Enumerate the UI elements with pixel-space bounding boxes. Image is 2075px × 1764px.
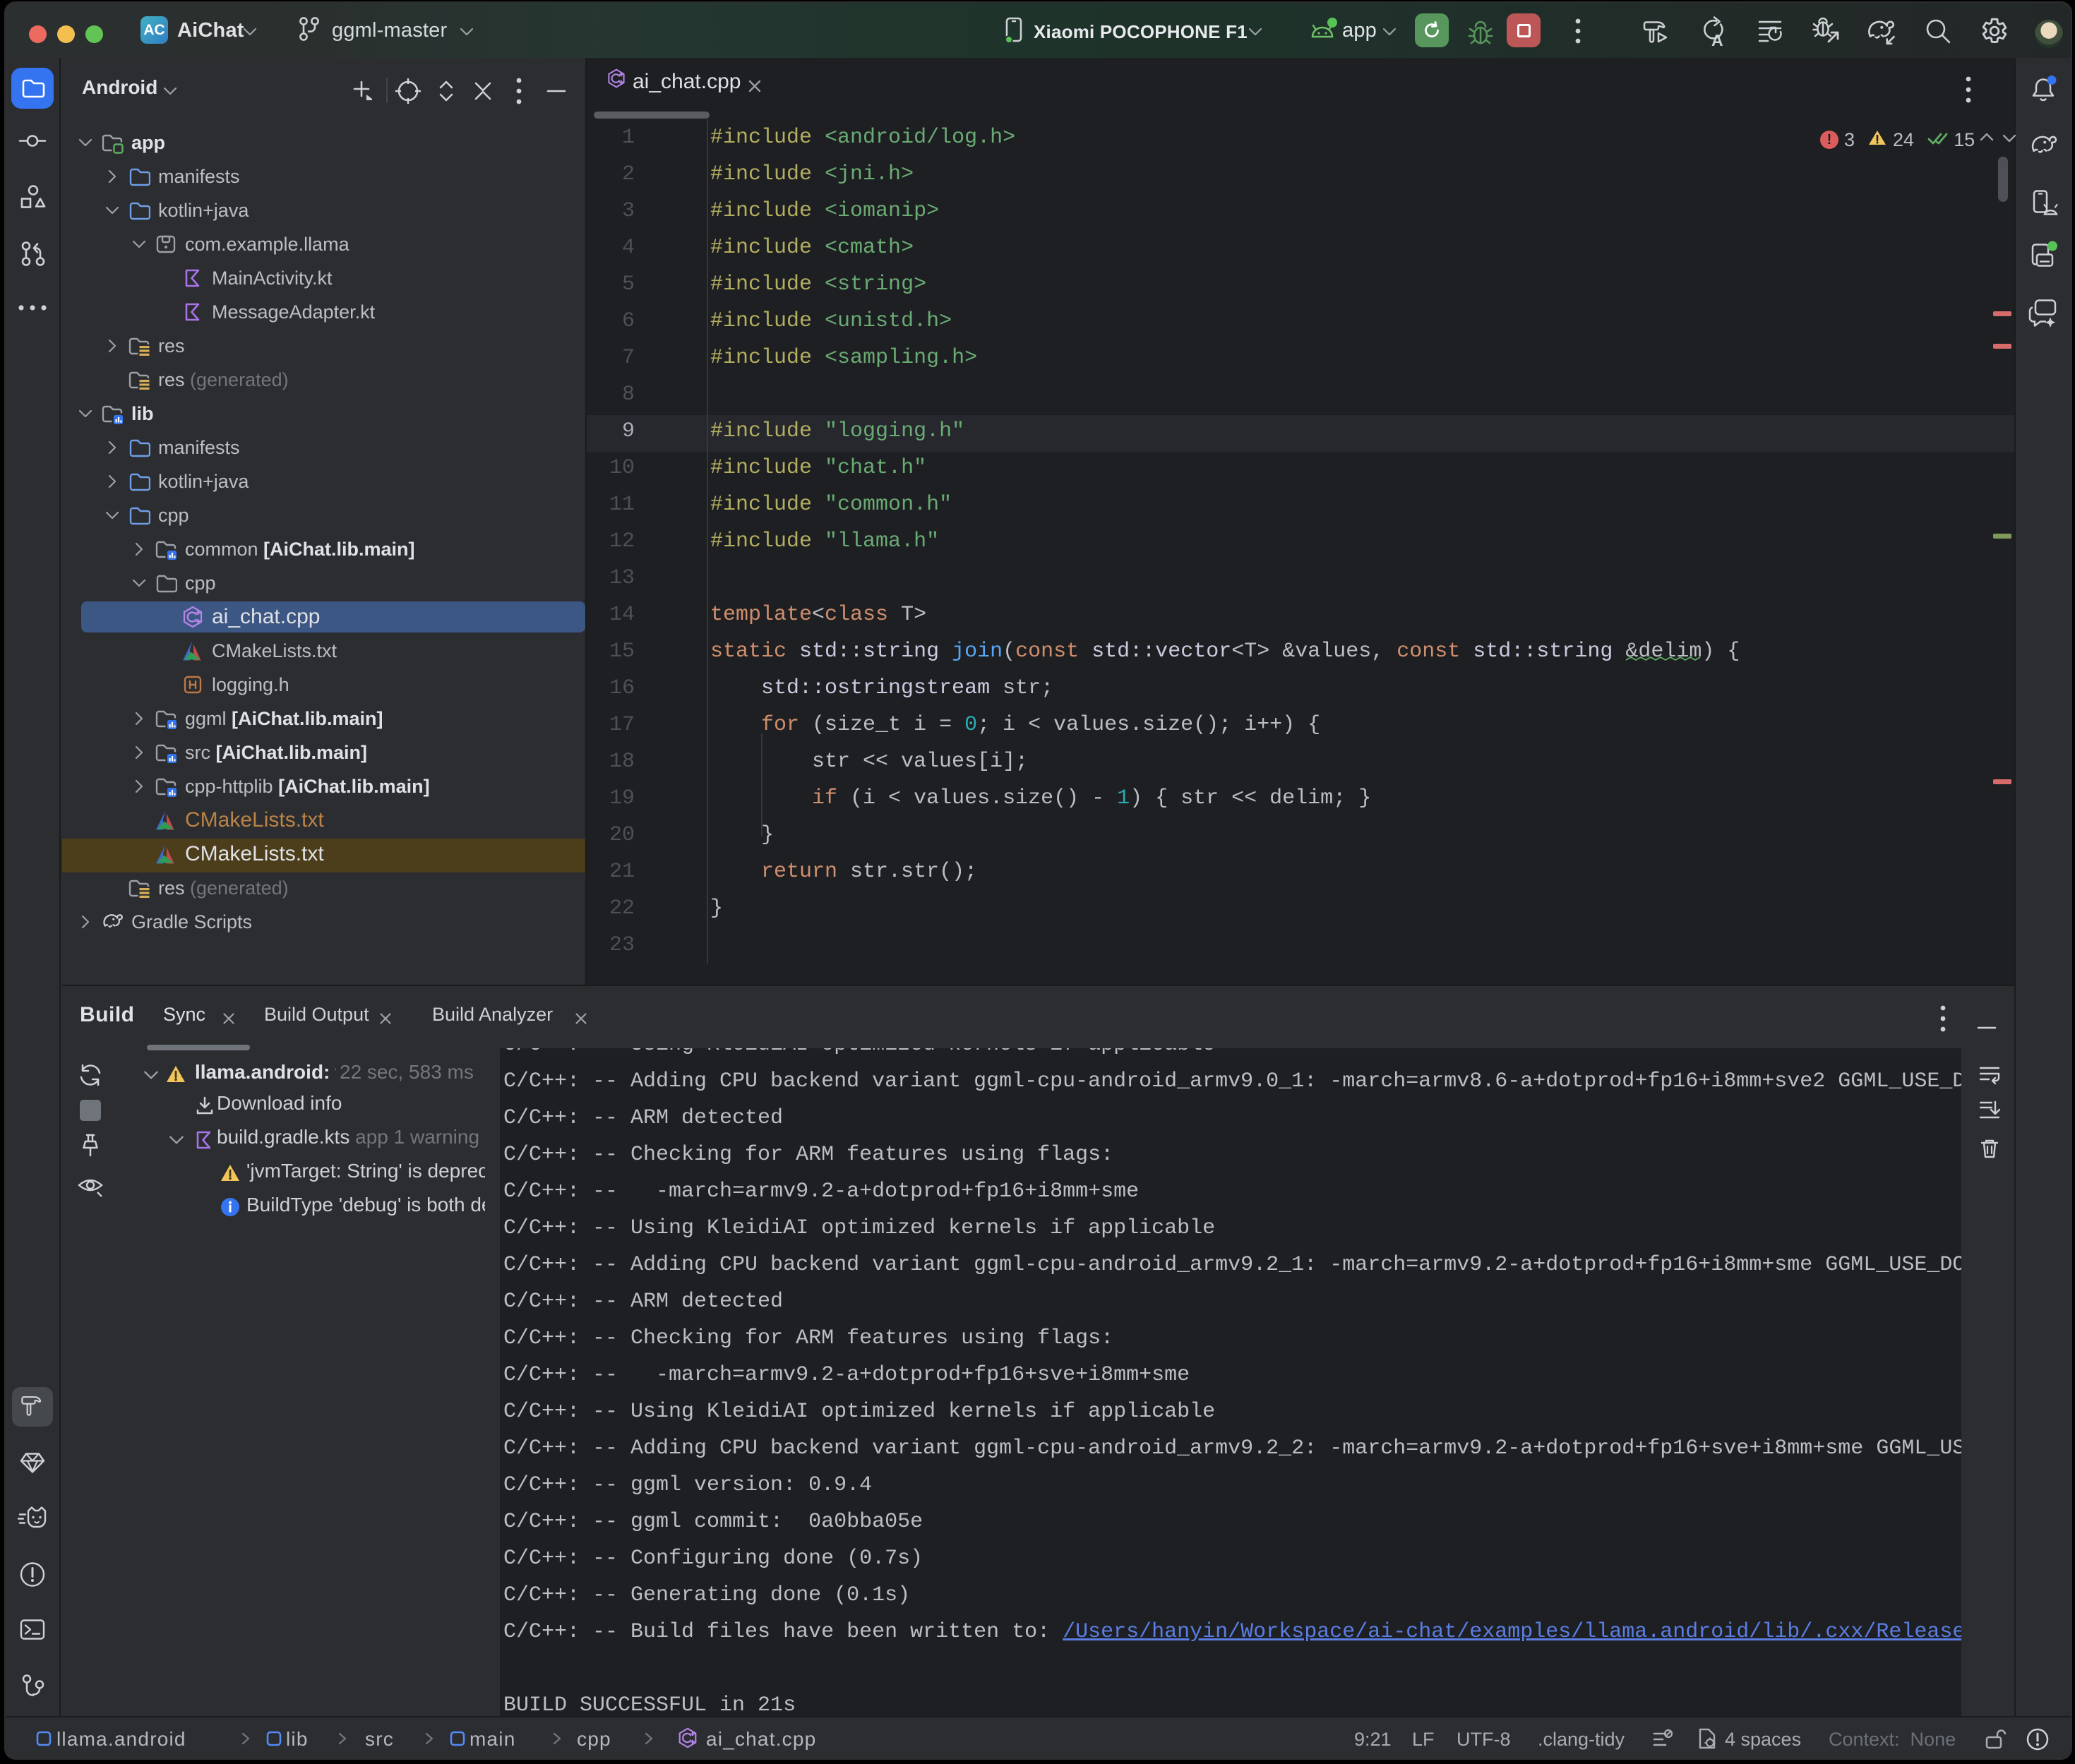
svg-text:A: A <box>1711 31 1723 47</box>
